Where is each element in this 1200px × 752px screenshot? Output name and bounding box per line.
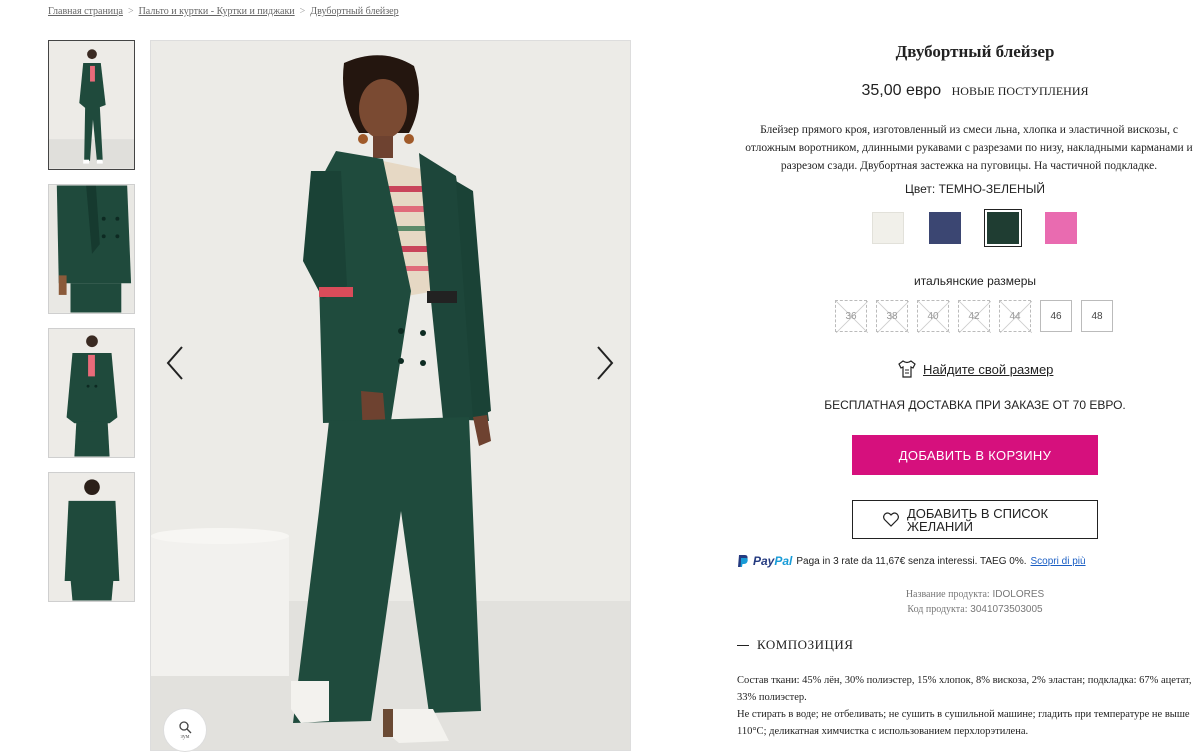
model-photo [151,41,630,750]
color-swatch-navy[interactable] [929,212,961,244]
breadcrumb-home-link[interactable]: Главная страница [48,6,123,17]
new-arrivals-badge: НОВЫЕ ПОСТУПЛЕНИЯ [951,84,1089,98]
color-swatch-cream[interactable] [872,212,904,244]
tshirt-icon [898,360,916,378]
size-value: 44 [1009,310,1021,322]
price-row: 35,00 евро НОВЫЕ ПОСТУПЛЕНИЯ [750,82,1200,100]
thumbnail-image [49,473,134,601]
thumbnail-image [49,329,134,457]
add-to-wishlist-button[interactable]: ДОБАВИТЬ В СПИСОК ЖЕЛАНИЙ [852,500,1098,539]
size-option-36[interactable]: 36 [835,300,868,333]
size-option-42[interactable]: 42 [958,300,991,333]
fabric-composition-text: Состав ткани: 45% лён, 30% полиэстер, 15… [737,675,1192,703]
thumbnail-front-full[interactable] [48,40,135,170]
zoom-label: зум [180,734,190,740]
paypal-logo: PayPal [753,554,792,568]
paypal-logo-part2: Pal [774,554,793,568]
composition-details: Состав ткани: 45% лён, 30% полиэстер, 15… [737,672,1200,740]
heart-icon [883,512,899,527]
care-instructions-text: Не стирать в воде; не отбеливать; не суш… [737,709,1190,737]
breadcrumb: Главная страница > Пальто и куртки - Куртк… [48,6,399,17]
color-swatch-dark-green[interactable] [984,209,1022,247]
color-label: Цвет: ТЕМНО-ЗЕЛЕНЫЙ [905,182,1045,196]
paypal-installments: PayPal Paga in 3 rate da 11,67€ senza in… [737,554,1086,568]
thumbnail-detail[interactable] [48,184,135,314]
breadcrumb-category-link[interactable]: Пальто и куртки - Куртки и пиджаки [139,6,295,17]
color-swatch-pink[interactable] [1045,212,1077,244]
size-option-40[interactable]: 40 [917,300,950,333]
prev-image-button[interactable] [160,343,190,383]
thumbnail-image [49,185,134,313]
size-value: 40 [927,310,939,322]
size-option-48[interactable]: 48 [1081,300,1113,332]
size-value: 46 [1050,310,1062,322]
size-value: 48 [1091,310,1103,322]
thumbnail-image [49,41,134,169]
magnifier-icon [179,721,192,734]
zoom-button[interactable]: зум [163,708,207,752]
product-code-key: Код продукта: [907,604,968,615]
breadcrumb-separator: > [127,6,134,17]
main-product-image[interactable] [150,40,631,751]
chevron-left-icon [166,346,183,380]
free-shipping-note: БЕСПЛАТНАЯ ДОСТАВКА ПРИ ЗАКАЗЕ ОТ 70 ЕВР… [824,398,1126,412]
size-value: 38 [886,310,898,322]
product-description: Блейзер прямого кроя, изготовленный из с… [745,124,1193,172]
product-title: Двубортный блейзер [895,42,1055,61]
size-option-38[interactable]: 38 [876,300,909,333]
composition-toggle[interactable]: КОМПОЗИЦИЯ [737,637,853,653]
size-option-46[interactable]: 46 [1040,300,1072,332]
thumbnail-front-full-alt[interactable] [48,328,135,458]
find-size-label: Найдите свой размер [923,361,1054,377]
product-name-key: Название продукта: [905,589,990,600]
product-code-meta: Код продукта: 3041073503005 [750,604,1200,615]
paypal-logo-part1: Pay [753,554,775,568]
paypal-logo-icon [738,555,748,567]
find-size-link[interactable]: Найдите свой размер [897,359,1053,379]
product-name-value: IDOLORES [992,589,1045,600]
breadcrumb-current-link[interactable]: Двубортный блейзер [310,6,398,17]
product-name-meta: Название продукта: IDOLORES [750,589,1200,600]
size-value: 42 [968,310,980,322]
paypal-learn-more-link[interactable]: Scopri di più [1031,556,1086,567]
size-system-label: итальянские размеры [913,274,1036,288]
wishlist-label: ДОБАВИТЬ В СПИСОК ЖЕЛАНИЙ [907,505,1049,534]
breadcrumb-separator: > [299,6,306,17]
collapse-dash-icon [737,644,749,646]
size-option-44[interactable]: 44 [999,300,1032,333]
product-code-value: 3041073503005 [970,604,1043,615]
composition-heading: КОМПОЗИЦИЯ [757,637,854,652]
paypal-text: Paga in 3 rate da 11,67€ senza interessi… [796,555,1027,567]
chevron-right-icon [597,346,614,380]
add-to-cart-button[interactable]: ДОБАВИТЬ В КОРЗИНУ [852,435,1098,475]
thumbnail-back-full[interactable] [48,472,135,602]
next-image-button[interactable] [590,343,620,383]
size-value: 36 [845,310,857,322]
product-price: 35,00 евро [861,82,942,99]
